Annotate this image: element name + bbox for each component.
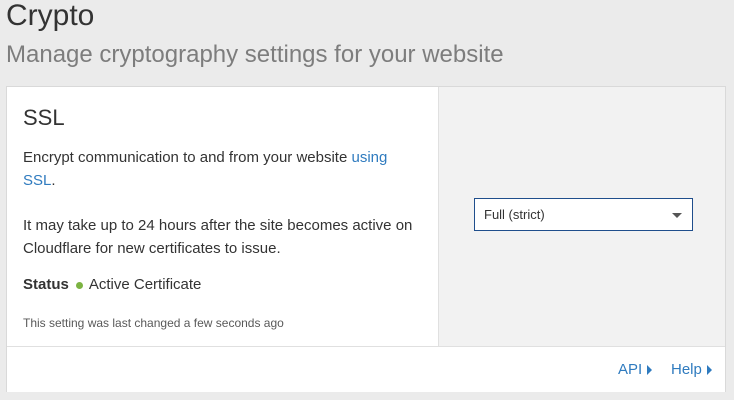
ssl-card: SSL Encrypt communication to and from yo…	[6, 86, 726, 392]
ssl-card-body: SSL Encrypt communication to and from yo…	[7, 87, 725, 346]
status-value: Active Certificate	[88, 276, 202, 293]
status-label: Status	[23, 276, 69, 293]
api-link[interactable]: API	[618, 360, 653, 380]
status-row: Status Active Certificate	[23, 275, 201, 295]
ssl-mode-selected-value: Full (strict)	[484, 207, 545, 222]
ssl-description-end: .	[51, 172, 56, 189]
ssl-mode-select[interactable]: Full (strict)	[474, 198, 693, 231]
card-title: SSL	[23, 105, 65, 130]
api-link-label: API	[618, 361, 643, 378]
help-link-label: Help	[671, 361, 702, 378]
chevron-down-icon	[672, 213, 682, 218]
ssl-card-info: SSL Encrypt communication to and from yo…	[7, 87, 438, 346]
certificate-note: It may take up to 24 hours after the sit…	[23, 217, 413, 257]
page-subtitle: Manage cryptography settings for your we…	[6, 41, 504, 68]
caret-right-icon	[706, 365, 712, 375]
help-link[interactable]: Help	[671, 360, 712, 380]
last-changed-text: This setting was last changed a few seco…	[23, 316, 284, 330]
ssl-description: Encrypt communication to and from your w…	[23, 146, 423, 192]
status-dot-icon	[75, 281, 83, 289]
caret-right-icon	[647, 365, 653, 375]
card-footer: API Help	[7, 346, 725, 392]
ssl-card-control: Full (strict)	[438, 87, 725, 346]
page-title: Crypto	[6, 0, 95, 32]
ssl-description-text: Encrypt communication to and from your w…	[23, 149, 352, 166]
